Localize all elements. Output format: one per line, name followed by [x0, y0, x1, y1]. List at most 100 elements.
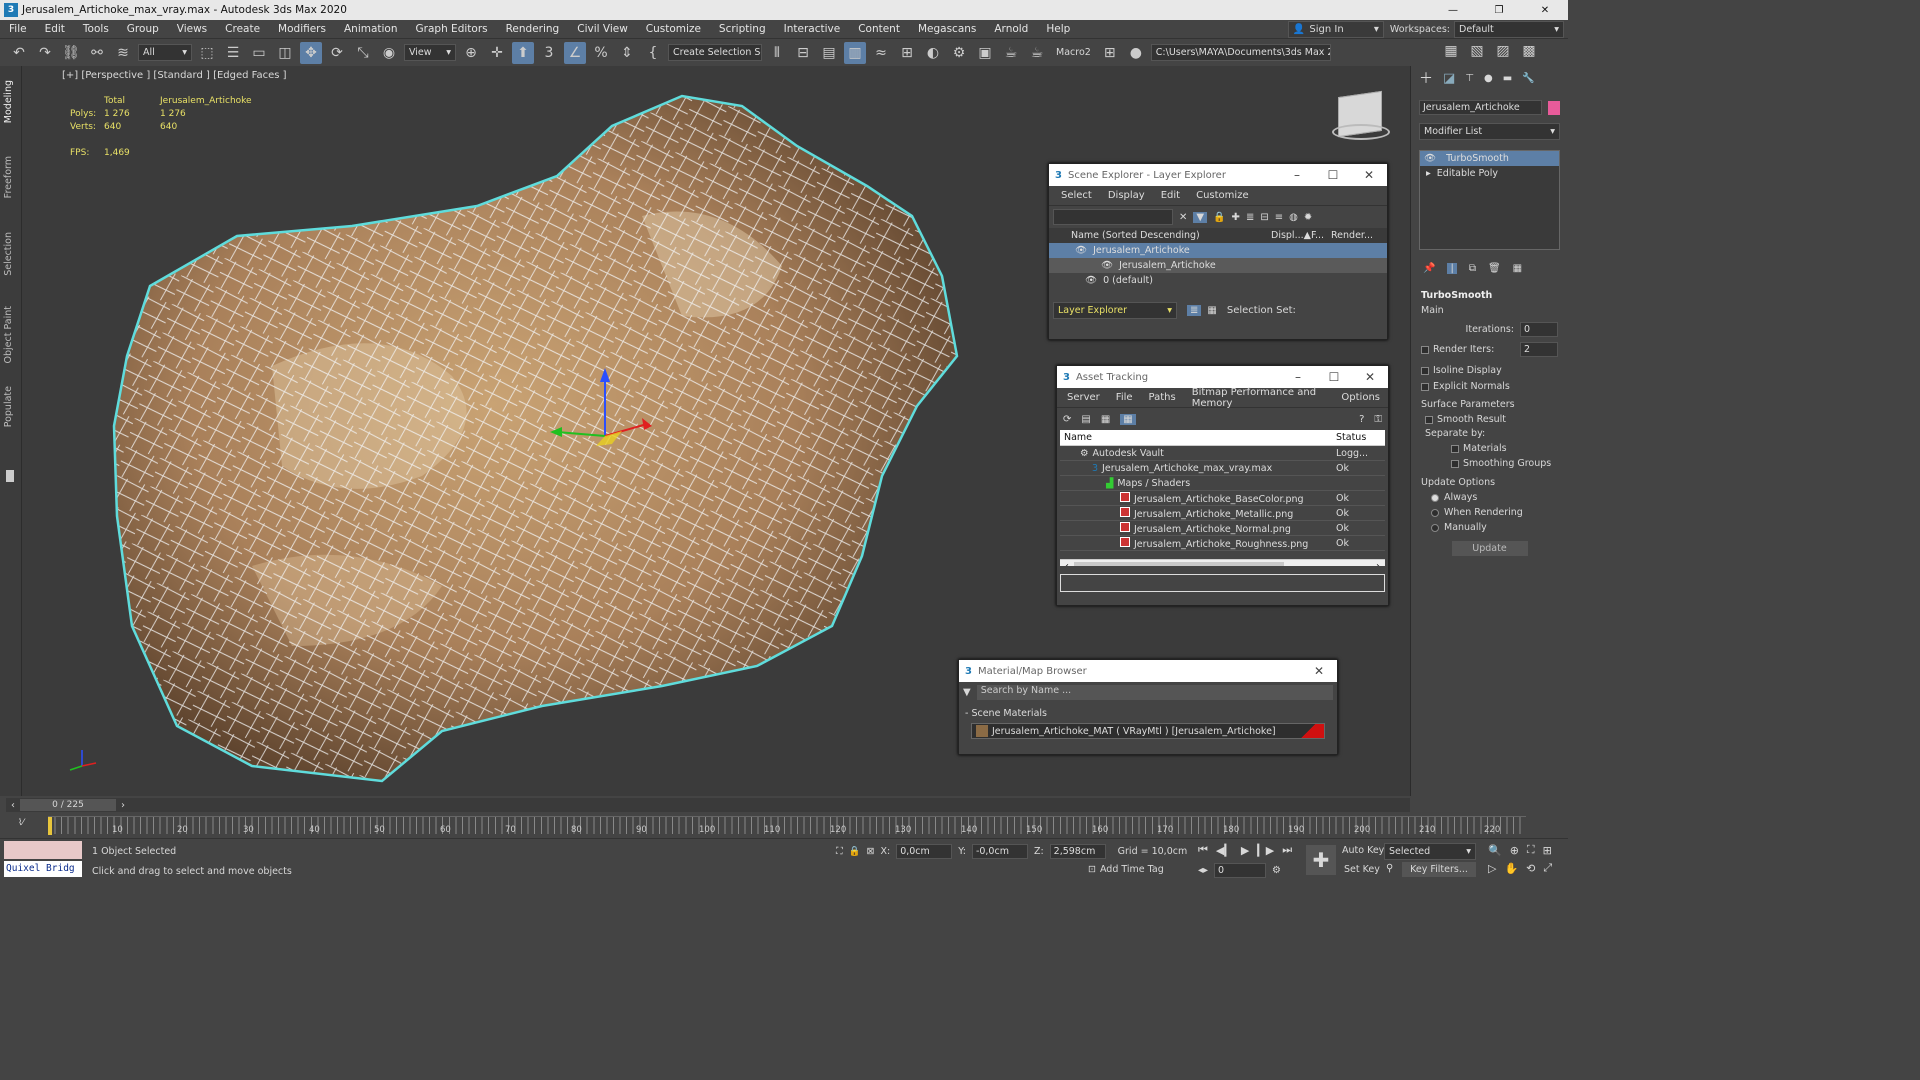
materials-checkbox[interactable]: [1451, 444, 1459, 453]
next-frame-icon[interactable]: ▎▶: [1257, 844, 1274, 857]
spinner-snap-icon[interactable]: ⇕: [616, 42, 638, 64]
rotate-icon[interactable]: ⟳: [326, 42, 348, 64]
layer-explorer-icon[interactable]: ▤: [818, 42, 840, 64]
utilities-tab-icon[interactable]: 🔧: [1522, 73, 1534, 84]
tab-selection[interactable]: Selection: [3, 232, 14, 276]
key-mode-icon[interactable]: ◂▸: [1198, 865, 1208, 876]
project-icon[interactable]: ●: [1125, 42, 1147, 64]
zoom-extents-all-icon[interactable]: ⊞: [1543, 844, 1552, 857]
mb-section-header[interactable]: - Scene Materials: [959, 706, 1337, 721]
maximize-viewport-icon[interactable]: ⤢: [1543, 861, 1552, 875]
refresh-icon[interactable]: ⟳: [1063, 414, 1071, 425]
highlight-icon[interactable]: ◍: [1289, 212, 1298, 223]
table-row[interactable]: Jerusalem_Artichoke_Metallic.png Ok: [1060, 506, 1385, 521]
menu-views[interactable]: Views: [168, 20, 216, 39]
material-editor-icon[interactable]: ◐: [922, 42, 944, 64]
undo-icon[interactable]: ↶: [8, 42, 30, 64]
current-frame-field[interactable]: 0: [1214, 863, 1267, 878]
tab-populate[interactable]: Populate: [3, 386, 14, 427]
when-rendering-radio[interactable]: [1431, 508, 1439, 517]
key-set-dropdown[interactable]: Selected ▾: [1384, 843, 1476, 860]
at-menu-bitmap[interactable]: Bitmap Performance and Memory: [1184, 387, 1334, 409]
menu-edit[interactable]: Edit: [36, 20, 74, 39]
motion-tab-icon[interactable]: ●: [1484, 73, 1493, 84]
pivot-center-icon[interactable]: ⊕: [460, 42, 482, 64]
menu-animation[interactable]: Animation: [335, 20, 407, 39]
maximize-button[interactable]: ❐: [1476, 5, 1522, 16]
create-tab-icon[interactable]: ＋: [1419, 68, 1433, 88]
selection-lock-icon[interactable]: 🔒: [849, 846, 861, 857]
at-menu-paths[interactable]: Paths: [1141, 392, 1184, 403]
ribbon-expand-icon[interactable]: [6, 470, 14, 482]
help-icon[interactable]: ?: [1359, 414, 1364, 425]
maxscript-listener[interactable]: [4, 841, 82, 859]
clear-search-icon[interactable]: ✕: [1179, 212, 1187, 223]
select-manipulate-icon[interactable]: ✛: [486, 42, 508, 64]
at-menu-options[interactable]: Options: [1333, 392, 1388, 403]
asset-tracking-titlebar[interactable]: 3 Asset Tracking – ☐ ✕: [1057, 366, 1388, 388]
menu-content[interactable]: Content: [849, 20, 909, 39]
modify-tab-icon[interactable]: ◪: [1443, 71, 1455, 86]
render-iters-checkbox[interactable]: [1421, 345, 1429, 354]
always-radio[interactable]: [1431, 493, 1439, 502]
move-icon[interactable]: ✥: [300, 41, 322, 64]
mirror-icon[interactable]: ⫴: [766, 42, 788, 64]
container-open-icon[interactable]: ▧: [1466, 40, 1488, 62]
select-object-icon[interactable]: ⬚: [196, 42, 218, 64]
vault-icon[interactable]: ⚿: [1374, 414, 1382, 425]
display-tab-icon[interactable]: ▬: [1503, 73, 1512, 84]
key-filter-icon[interactable]: ⚲: [1386, 863, 1393, 874]
sun-icon[interactable]: ✹: [1304, 212, 1312, 223]
layer-mgr-icon[interactable]: ≣: [1187, 304, 1202, 316]
menu-rendering[interactable]: Rendering: [497, 20, 569, 39]
maximize-button[interactable]: ☐: [1315, 168, 1351, 182]
at-horizontal-scrollbar[interactable]: ‹ ›: [1060, 559, 1385, 566]
menu-interactive[interactable]: Interactive: [775, 20, 850, 39]
se-menu-display[interactable]: Display: [1100, 190, 1153, 201]
explorer-type-dropdown[interactable]: Layer Explorer ▾: [1053, 301, 1177, 319]
smoothing-groups-checkbox[interactable]: [1451, 459, 1459, 468]
list-icon[interactable]: ▤: [1081, 414, 1090, 425]
explicit-normals-checkbox[interactable]: [1421, 382, 1429, 391]
render-setup-icon[interactable]: ⚙: [948, 42, 970, 64]
tab-modeling[interactable]: Modeling: [3, 80, 14, 123]
menu-civil-view[interactable]: Civil View: [568, 20, 637, 39]
se-menu-select[interactable]: Select: [1053, 190, 1100, 201]
iterations-spinner[interactable]: 0: [1520, 322, 1558, 337]
container-save-icon[interactable]: ▩: [1518, 40, 1540, 62]
auto-key-button[interactable]: Auto Key: [1342, 845, 1384, 856]
table-row[interactable]: Jerusalem_Artichoke_Normal.png Ok: [1060, 521, 1385, 536]
table-row[interactable]: Jerusalem_Artichoke_Roughness.png Ok: [1060, 536, 1385, 551]
zoom-extents-icon[interactable]: ⛶: [1527, 843, 1535, 857]
chevron-down-icon[interactable]: ▼: [963, 687, 971, 698]
maximize-button[interactable]: ☐: [1316, 370, 1352, 384]
render-iters-spinner[interactable]: 2: [1520, 342, 1558, 357]
menu-group[interactable]: Group: [118, 20, 168, 39]
time-slider[interactable]: ‹ 0 / 225 ›: [6, 798, 1410, 812]
minimize-button[interactable]: –: [1280, 370, 1316, 384]
rendered-frame-icon[interactable]: ▣: [974, 42, 996, 64]
redo-icon[interactable]: ↷: [34, 42, 56, 64]
quixel-bridge-button[interactable]: Quixel Bridg: [4, 861, 82, 877]
at-path-field[interactable]: [1060, 574, 1385, 592]
menu-graph-editors[interactable]: Graph Editors: [407, 20, 497, 39]
se-col-freeze[interactable]: F...: [1311, 230, 1331, 241]
se-col-render[interactable]: Render...: [1331, 230, 1373, 241]
tab-object-paint[interactable]: Object Paint: [3, 306, 14, 363]
frame-counter[interactable]: 0 / 225: [20, 799, 116, 811]
filter-icon[interactable]: ▼: [1193, 211, 1208, 223]
render-icon[interactable]: ☕: [1000, 42, 1022, 64]
se-col-name[interactable]: Name (Sorted Descending): [1071, 230, 1271, 241]
show-end-result-icon[interactable]: |: [1447, 262, 1457, 274]
viewcube-ring[interactable]: [1332, 124, 1390, 140]
smooth-result-checkbox[interactable]: [1425, 415, 1433, 424]
curve-editor-icon[interactable]: ≈: [870, 42, 892, 64]
se-row-default[interactable]: 👁 0 (default): [1049, 273, 1387, 288]
unlink-icon[interactable]: ⚯: [86, 42, 108, 64]
chevron-right-icon[interactable]: ›: [116, 800, 130, 811]
reference-coord-dropdown[interactable]: View ▾: [404, 44, 456, 61]
close-button[interactable]: ✕: [1301, 664, 1337, 678]
time-config-icon[interactable]: ⚙: [1272, 865, 1281, 876]
menu-arnold[interactable]: Arnold: [985, 20, 1037, 39]
remove-modifier-icon[interactable]: 🗑: [1488, 263, 1501, 274]
